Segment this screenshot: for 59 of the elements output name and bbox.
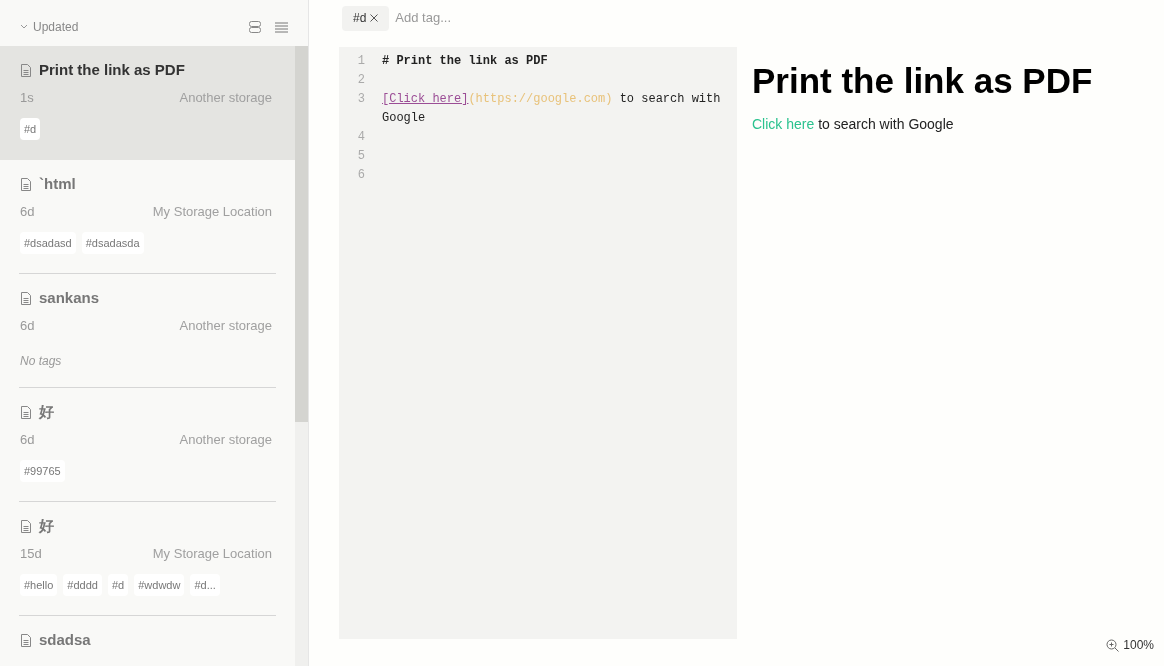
note-title: 好 — [39, 515, 54, 536]
note-storage: Another storage — [179, 89, 272, 107]
note-storage: My Storage Location — [152, 203, 272, 221]
add-tag-field[interactable]: Add tag... — [395, 8, 546, 28]
note-time: 6d — [20, 431, 35, 449]
note-item[interactable]: 好 6d Another storage #99765 — [0, 388, 295, 502]
note-tag[interactable]: #99765 — [20, 459, 65, 482]
note-time: 6d — [20, 203, 35, 221]
note-time: 15d — [20, 545, 42, 563]
note-storage: Another storage — [179, 431, 272, 449]
code-line: # Print the link as PDF — [382, 54, 548, 68]
line-number: 3 — [356, 91, 365, 108]
preview-paragraph: Click here to search with Google — [752, 115, 955, 134]
line-number: 1 — [356, 53, 365, 70]
tag-chip[interactable]: #d — [342, 5, 390, 31]
note-time: 1s — [20, 89, 34, 107]
note-item[interactable]: 好 15d My Storage Location #hello #dddd #d #wdwdw #d... — [0, 502, 295, 616]
note-storage: Another storage — [179, 317, 272, 335]
zoom-icon[interactable] — [1106, 638, 1120, 652]
note-tag[interactable]: #dddd — [63, 573, 102, 596]
no-tags-text: No tags — [20, 353, 62, 368]
note-item[interactable]: sdadsa — [0, 616, 295, 666]
document-icon — [20, 405, 32, 419]
document-icon — [20, 519, 32, 533]
note-item[interactable]: Print the link as PDF 1s Another storage #d — [0, 46, 295, 160]
note-title: sankans — [39, 287, 100, 308]
close-icon[interactable] — [370, 14, 379, 22]
code-line: [Click here](https://google.com) to search with Google — [382, 92, 721, 125]
line-number: 4 — [356, 129, 365, 146]
note-tag[interactable]: #d — [107, 573, 129, 596]
note-title: `html — [39, 173, 76, 194]
note-item[interactable]: sankans 6d Another storage No tags — [0, 274, 295, 388]
line-number: 2 — [356, 72, 365, 89]
note-tag[interactable]: #dsadasd — [20, 231, 76, 254]
note-time: 6d — [20, 317, 35, 335]
note-storage: My Storage Location — [152, 545, 272, 563]
note-tag[interactable]: #hello — [20, 573, 58, 596]
code-editor[interactable]: 1 # Print the link as PDF 2 3 [Click here](https://google.com) to search with Google 4 5 6 — [339, 47, 737, 639]
document-icon — [20, 177, 32, 191]
line-number: 5 — [356, 148, 365, 165]
note-title: 好 — [39, 401, 54, 422]
note-title: sdadsa — [39, 629, 91, 650]
card-view-icon[interactable] — [249, 21, 261, 33]
note-item[interactable]: `html 6d My Storage Location #dsadasd #dsadasda — [0, 160, 295, 274]
sort-label[interactable]: Updated — [33, 18, 79, 36]
document-icon — [20, 633, 32, 647]
scrollbar-thumb[interactable] — [295, 46, 308, 422]
note-tag[interactable]: #wdwdw — [134, 573, 185, 596]
note-title: Print the link as PDF — [39, 59, 185, 80]
zoom-level: 100% — [1123, 637, 1154, 654]
document-icon — [20, 63, 32, 77]
note-tag[interactable]: #d — [20, 117, 41, 140]
note-tag[interactable]: #d... — [190, 573, 220, 596]
note-tag[interactable]: #dsadasda — [81, 231, 144, 254]
list-view-icon[interactable] — [275, 21, 288, 33]
preview-heading: Print the link as PDF — [752, 60, 1094, 102]
line-number: 6 — [356, 167, 365, 184]
chevron-icon — [20, 24, 28, 30]
document-icon — [20, 291, 32, 305]
